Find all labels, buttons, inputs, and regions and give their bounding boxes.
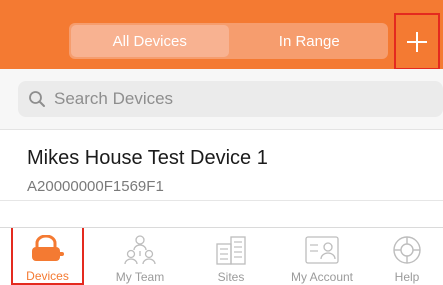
lifebuoy-icon [393, 236, 421, 264]
device-id: A20000000F1569F1 [27, 178, 164, 195]
padlock-icon [31, 234, 64, 261]
search-input[interactable] [52, 88, 436, 110]
tab-my-account[interactable]: My Account [280, 228, 364, 285]
search-icon [29, 91, 45, 107]
tab-label: Sites [217, 270, 245, 284]
plus-icon [407, 31, 427, 52]
account-card-icon [305, 236, 339, 264]
tab-sites[interactable]: Sites [193, 228, 269, 285]
add-device-button[interactable] [394, 13, 440, 70]
tab-label: My Account [290, 270, 354, 284]
tab-label: Help [394, 270, 420, 284]
app-header: All Devices In Range [0, 0, 443, 70]
tab-in-range[interactable]: In Range [231, 23, 389, 59]
tab-help[interactable]: Help [372, 228, 442, 285]
device-name: Mikes House Test Device 1 [27, 147, 268, 169]
team-icon [124, 235, 156, 265]
buildings-icon [216, 236, 246, 265]
search-field[interactable] [18, 81, 443, 117]
tab-label: My Team [115, 270, 165, 284]
tab-devices[interactable]: Devices [11, 228, 84, 285]
tab-label: Devices [26, 269, 69, 283]
tab-all-devices[interactable]: All Devices [71, 25, 229, 57]
filter-segmented-control: All Devices In Range [69, 23, 388, 59]
bottom-tab-bar: Devices My Team Sites My Account Help [0, 227, 443, 285]
tab-my-team[interactable]: My Team [102, 228, 178, 285]
search-bar [0, 69, 443, 130]
